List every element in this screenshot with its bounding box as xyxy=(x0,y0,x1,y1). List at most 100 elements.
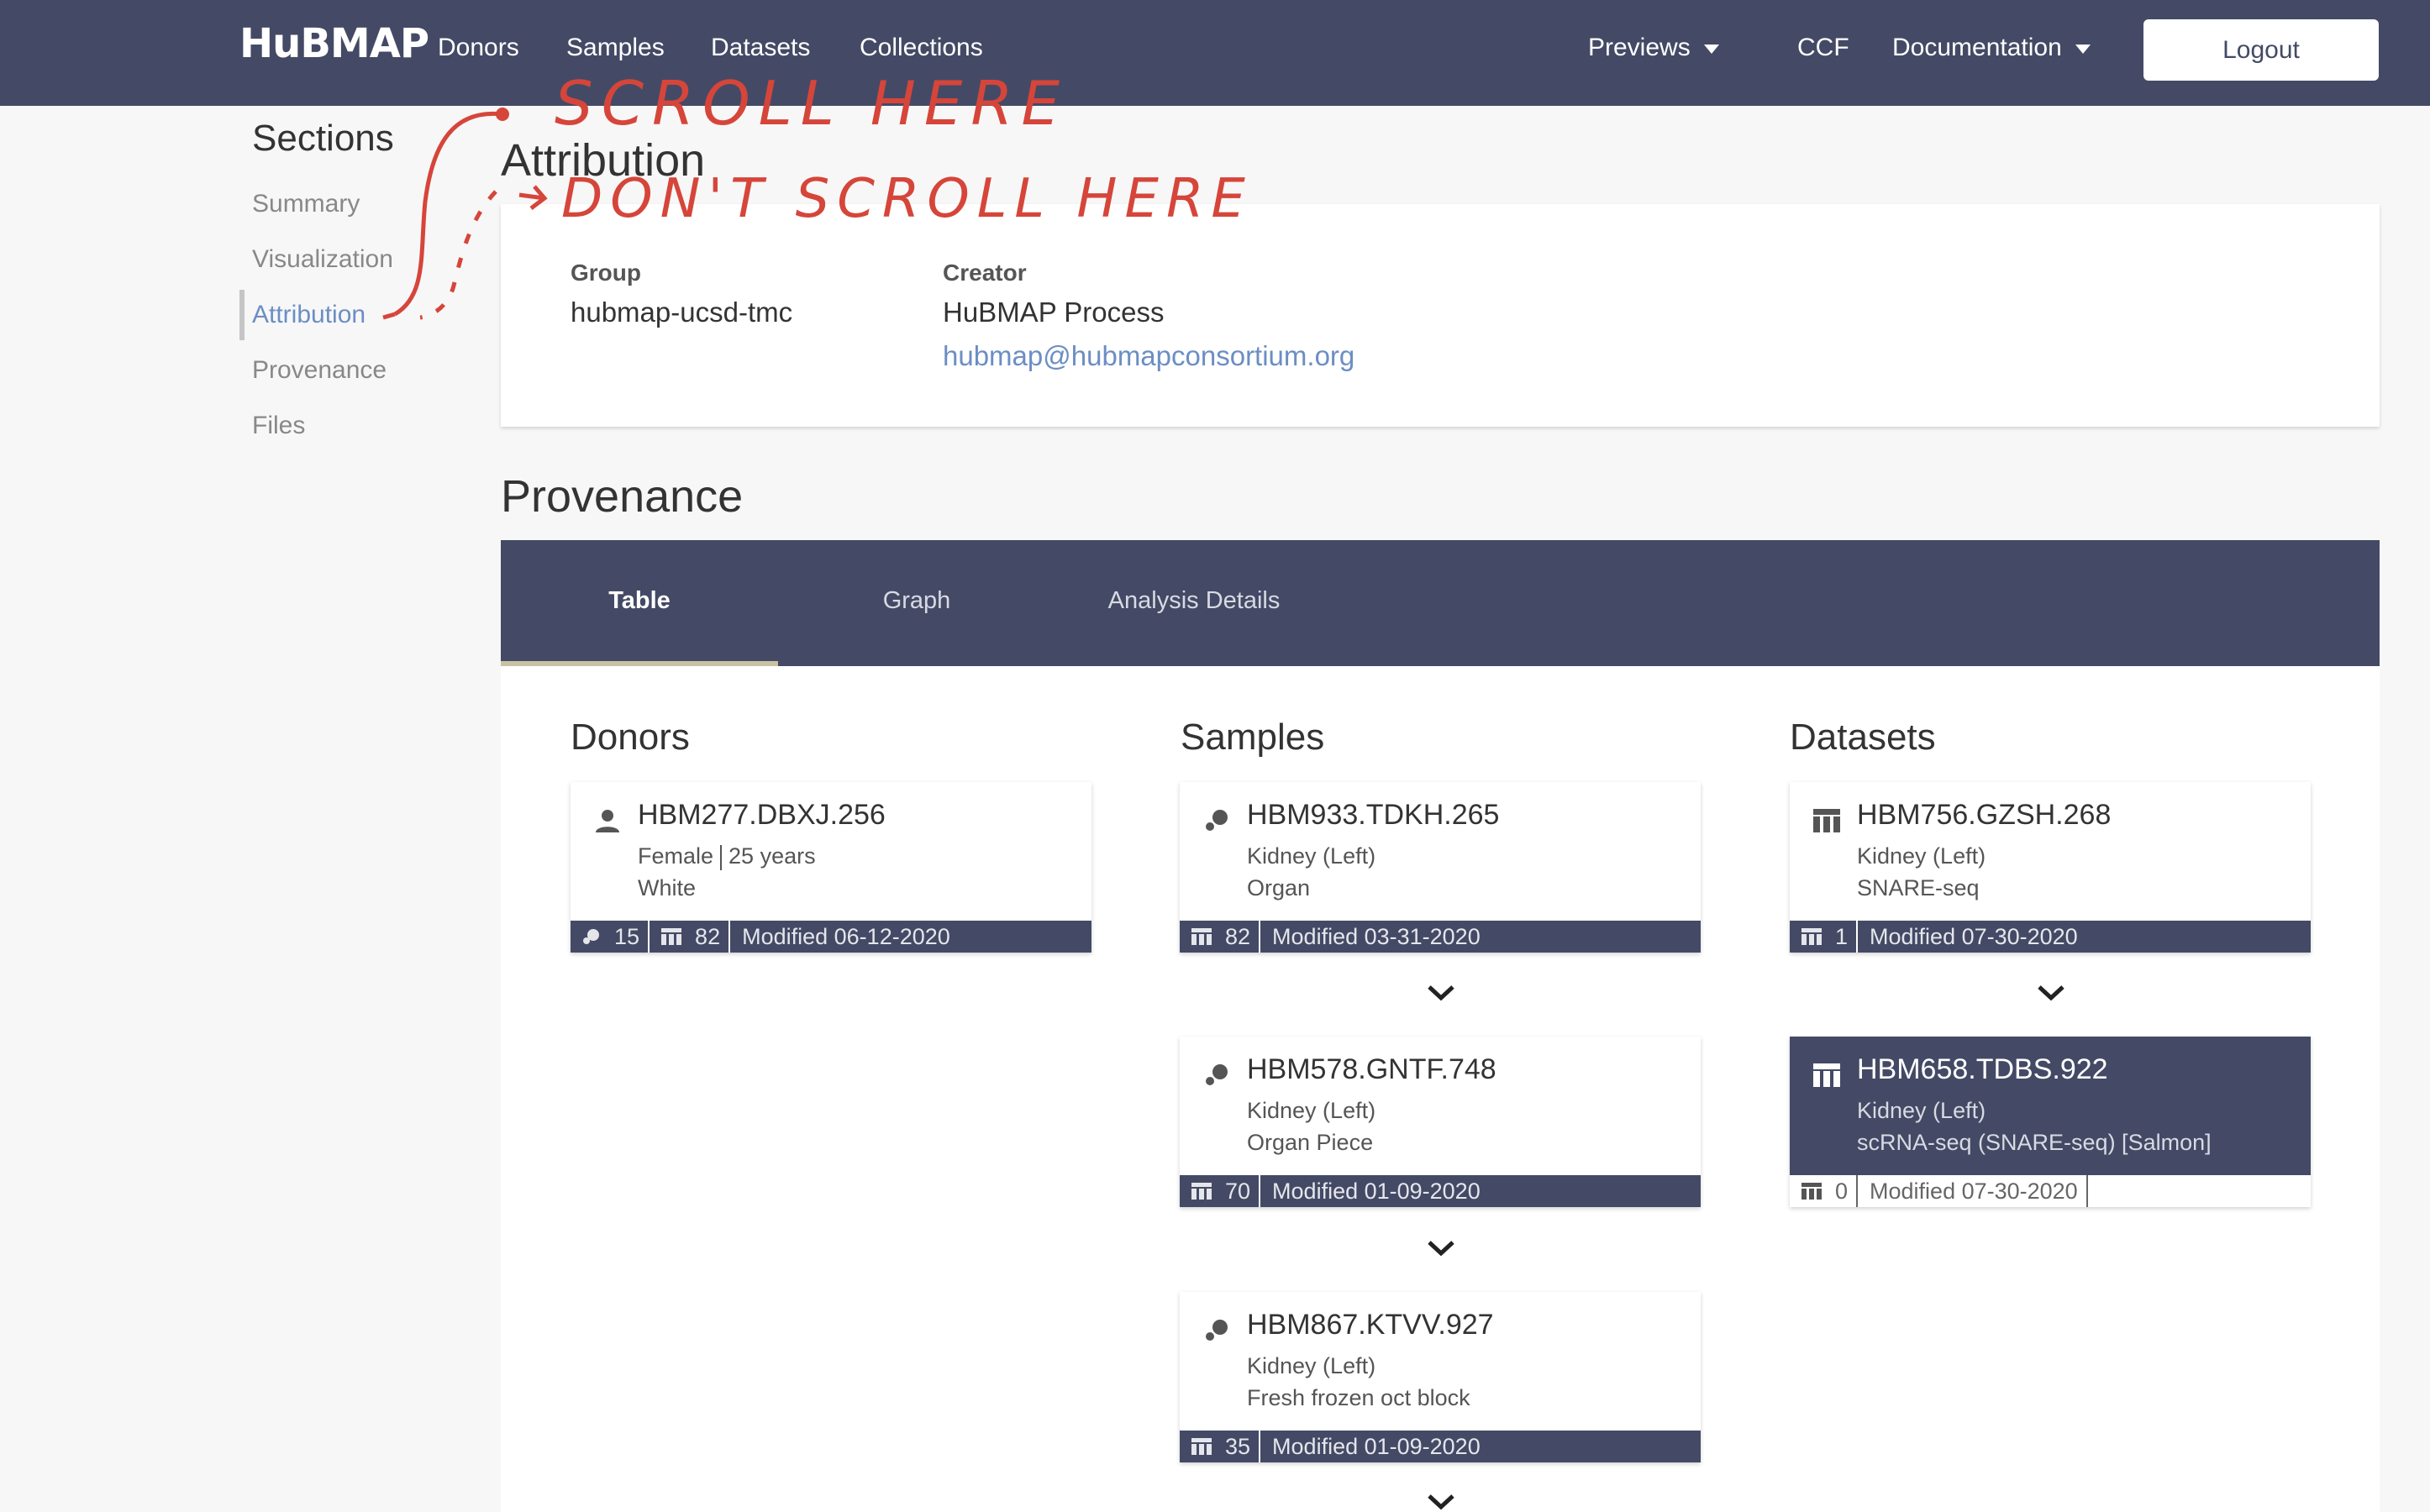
donor-demographics: Female 25 years xyxy=(638,843,816,870)
chevron-down-icon xyxy=(2038,985,2064,1001)
provenance-tab-bar: Table Graph Analysis Details xyxy=(501,540,2380,666)
sample-organ: Kidney (Left) xyxy=(1247,1353,1376,1378)
donor-card[interactable]: HBM277.DBXJ.256 Female 25 years White 15 … xyxy=(571,782,1091,953)
dataset-organ: Kidney (Left) xyxy=(1857,843,1986,869)
nav-link-ccf[interactable]: CCF xyxy=(1797,34,1849,62)
dataset-card-footer: 0 Modified 07-30-2020 xyxy=(1790,1175,2311,1207)
sample-id: HBM933.TDKH.265 xyxy=(1247,799,1500,831)
dataset-card[interactable]: HBM756.GZSH.268 Kidney (Left) SNARE-seq … xyxy=(1790,782,2311,953)
creator-label: Creator xyxy=(943,260,1027,286)
donor-datasets-count: 82 xyxy=(695,923,721,949)
donor-card-footer: 15 82 Modified 06-12-2020 xyxy=(571,921,1091,953)
group-label: Group xyxy=(571,260,641,286)
annotation-arrow-scroll xyxy=(393,111,503,317)
dataset-count-cell: 1 xyxy=(1790,921,1859,953)
tab-graph[interactable]: Graph xyxy=(778,587,1055,615)
sample-icon xyxy=(1206,1064,1228,1085)
sample-organ: Kidney (Left) xyxy=(1247,843,1376,869)
sample-icon xyxy=(1206,1320,1228,1341)
donor-id: HBM277.DBXJ.256 xyxy=(638,799,886,831)
donor-samples-count-cell: 15 xyxy=(571,921,650,953)
annotation-arrow-tip xyxy=(382,312,396,320)
dataset-count: 1 xyxy=(1835,923,1849,949)
chevron-down-icon xyxy=(2075,44,2091,54)
sample-datasets-count: 70 xyxy=(1225,1178,1251,1204)
tab-analysis-details[interactable]: Analysis Details xyxy=(1055,587,1333,615)
dataset-count-cell: 0 xyxy=(1790,1175,1859,1207)
table-icon xyxy=(1801,928,1822,945)
dataset-card-footer: 1 Modified 07-30-2020 xyxy=(1790,921,2311,953)
table-icon xyxy=(1191,1438,1212,1455)
sample-datasets-count-cell: 35 xyxy=(1180,1431,1261,1462)
nav-link-collections[interactable]: Collections xyxy=(860,34,983,62)
sample-card[interactable]: HBM933.TDKH.265 Kidney (Left) Organ 82 M… xyxy=(1180,782,1701,953)
sample-card-footer: 82 Modified 03-31-2020 xyxy=(1180,921,1701,953)
sample-card[interactable]: HBM578.GNTF.748 Kidney (Left) Organ Piec… xyxy=(1180,1037,1701,1207)
sidebar-item-summary[interactable]: Summary xyxy=(252,190,360,218)
sidebar-item-attribution[interactable]: Attribution xyxy=(252,301,366,329)
nav-link-donors[interactable]: Donors xyxy=(438,34,519,62)
table-icon xyxy=(1813,1063,1840,1087)
sidebar-item-files[interactable]: Files xyxy=(252,412,305,440)
table-icon xyxy=(1191,1183,1212,1200)
table-icon xyxy=(1191,928,1212,945)
group-value: hubmap-ucsd-tmc xyxy=(571,297,793,328)
chevron-down-icon xyxy=(1428,1241,1454,1257)
samples-column-title: Samples xyxy=(1181,717,1325,758)
sample-card-footer: 35 Modified 01-09-2020 xyxy=(1180,1431,1701,1462)
logout-button[interactable]: Logout xyxy=(2143,19,2379,81)
sample-type: Fresh frozen oct block xyxy=(1247,1385,1470,1410)
attribution-title: Attribution xyxy=(501,135,706,186)
dataset-assay: SNARE-seq xyxy=(1857,875,1980,900)
sample-modified-date: Modified 03-31-2020 xyxy=(1272,923,1481,949)
donor-samples-count: 15 xyxy=(614,923,640,949)
tab-table[interactable]: Table xyxy=(501,587,778,615)
top-navbar: HuBMAP Donors Samples Datasets Collectio… xyxy=(0,0,2430,106)
sample-datasets-count-cell: 82 xyxy=(1180,921,1261,953)
donor-race: White xyxy=(638,875,697,900)
chevron-down-icon xyxy=(1428,1494,1454,1510)
dataset-id: HBM756.GZSH.268 xyxy=(1857,799,2112,831)
attribution-card: Group hubmap-ucsd-tmc Creator HuBMAP Pro… xyxy=(501,204,2380,427)
dataset-count: 0 xyxy=(1835,1178,1849,1204)
dataset-modified-date: Modified 07-30-2020 xyxy=(1870,923,2078,949)
nav-previews-dropdown[interactable]: Previews xyxy=(1588,34,1719,62)
dataset-card-selected[interactable]: HBM658.TDBS.922 Kidney (Left) scRNA-seq … xyxy=(1790,1037,2311,1207)
chevron-down-icon xyxy=(1703,44,1719,54)
hubmap-logo[interactable]: HuBMAP xyxy=(239,20,429,67)
sample-modified-date: Modified 01-09-2020 xyxy=(1272,1178,1481,1204)
sample-datasets-count: 35 xyxy=(1225,1433,1251,1459)
donor-sex: Female xyxy=(638,843,714,869)
donors-column-title: Donors xyxy=(571,717,690,758)
donor-age: 25 years xyxy=(728,843,816,869)
annotation-arrow-dot xyxy=(496,108,509,121)
sample-icon xyxy=(583,929,599,944)
sample-card[interactable]: HBM867.KTVV.927 Kidney (Left) Fresh froz… xyxy=(1180,1292,1701,1462)
chevron-down-icon xyxy=(1428,985,1454,1001)
sample-id: HBM867.KTVV.927 xyxy=(1247,1309,1494,1341)
sample-datasets-count: 82 xyxy=(1225,923,1251,949)
creator-name: HuBMAP Process xyxy=(943,297,1165,328)
sample-type: Organ xyxy=(1247,875,1311,900)
nav-link-samples[interactable]: Samples xyxy=(566,34,665,62)
nav-documentation-dropdown[interactable]: Documentation xyxy=(1892,34,2091,62)
donor-datasets-count-cell: 82 xyxy=(650,921,731,953)
person-icon xyxy=(596,810,619,832)
creator-email-link[interactable]: hubmap@hubmapconsortium.org xyxy=(943,340,1354,372)
dataset-id: HBM658.TDBS.922 xyxy=(1857,1053,2108,1085)
sections-title: Sections xyxy=(252,118,394,159)
nav-link-datasets[interactable]: Datasets xyxy=(711,34,810,62)
dataset-organ: Kidney (Left) xyxy=(1857,1098,1986,1123)
nav-documentation-label: Documentation xyxy=(1892,34,2062,61)
sidebar-item-provenance[interactable]: Provenance xyxy=(252,356,387,385)
sample-datasets-count-cell: 70 xyxy=(1180,1175,1261,1207)
dataset-modified-date: Modified 07-30-2020 xyxy=(1858,1175,2088,1207)
donor-modified-date: Modified 06-12-2020 xyxy=(742,923,950,949)
datasets-column-title: Datasets xyxy=(1790,717,1936,758)
sample-id: HBM578.GNTF.748 xyxy=(1247,1053,1496,1085)
sample-card-footer: 70 Modified 01-09-2020 xyxy=(1180,1175,1701,1207)
table-icon xyxy=(661,928,682,945)
dataset-assay: scRNA-seq (SNARE-seq) [Salmon] xyxy=(1857,1130,2212,1155)
sample-icon xyxy=(1206,810,1228,831)
sidebar-item-visualization[interactable]: Visualization xyxy=(252,245,393,274)
